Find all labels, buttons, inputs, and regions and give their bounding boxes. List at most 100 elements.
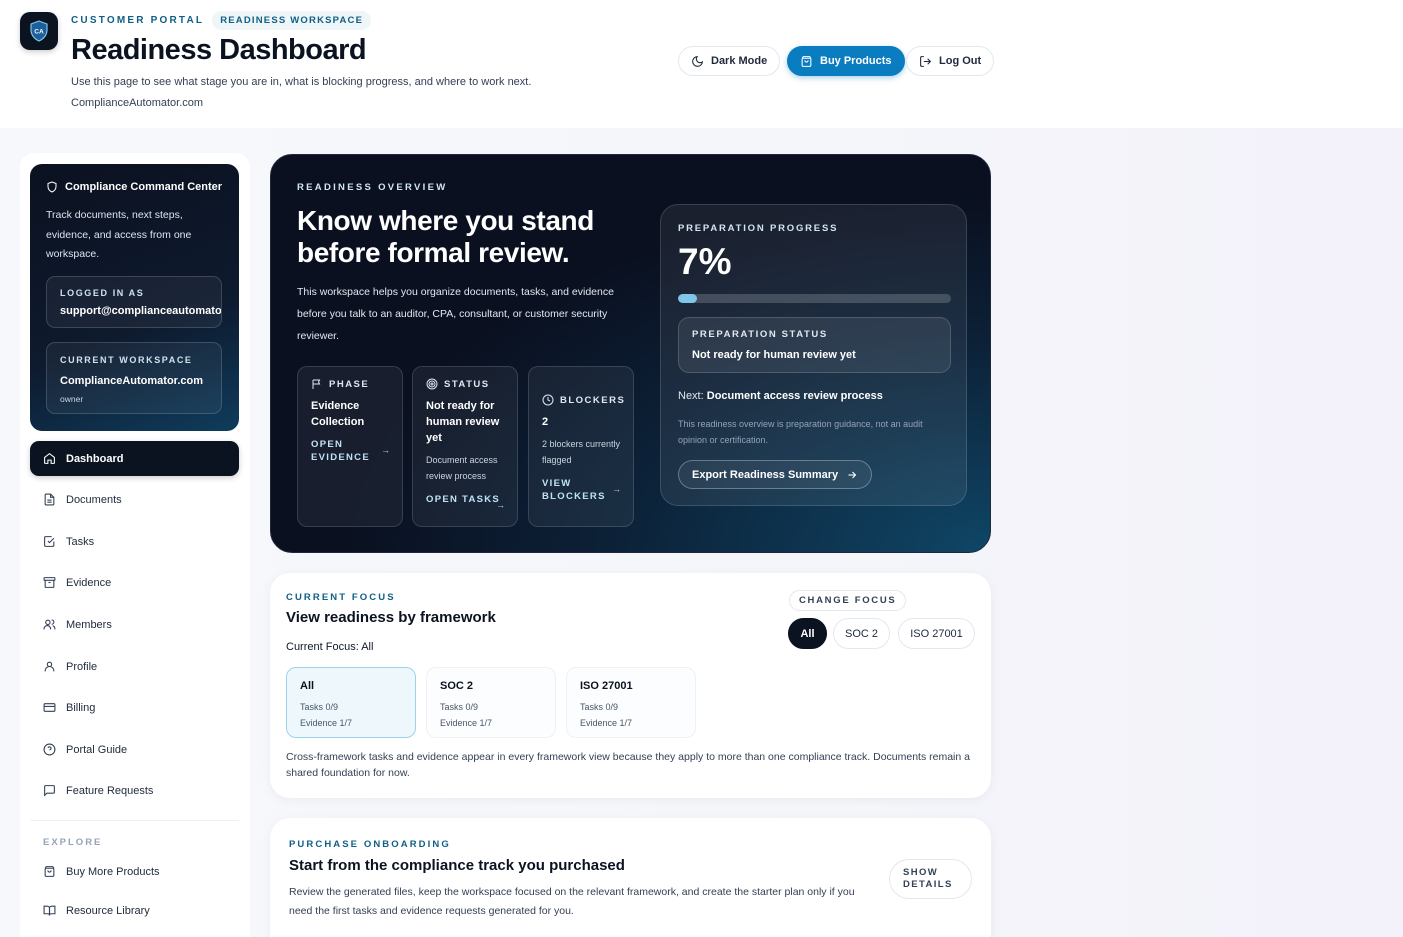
focus-chip-soc2[interactable]: SOC 2 (833, 618, 890, 649)
blockers-card[interactable]: BLOCKERS 2 2 blockers currently flagged … (528, 366, 634, 527)
sidebar-item-label: Tasks (66, 535, 95, 548)
logo[interactable]: CA (20, 12, 58, 50)
shopping-bag-icon (801, 55, 812, 67)
sidebar-item-feature-requests[interactable]: Feature Requests (30, 773, 239, 808)
workspace-label: CURRENT WORKSPACE (60, 355, 193, 365)
status-heading: STATUS (426, 378, 490, 390)
sidebar-item-label: Portal Guide (66, 743, 128, 756)
framework-tasks: Tasks 0/9 (440, 702, 479, 712)
framework-card-all[interactable]: All Tasks 0/9 Evidence 1/7 (286, 667, 416, 738)
sidebar-item-tasks[interactable]: Tasks (30, 524, 239, 559)
preparation-progress-card: PREPARATION PROGRESS 7% PREPARATION STAT… (660, 204, 967, 506)
home-icon (44, 452, 55, 464)
change-focus-label: CHANGE FOCUS (789, 590, 907, 611)
framework-tasks: Tasks 0/9 (580, 702, 619, 712)
preparation-status-value: Not ready for human review yet (692, 349, 856, 361)
checkbox-icon (44, 536, 55, 547)
purchase-onboarding-eyebrow: PURCHASE ONBOARDING (289, 839, 451, 850)
shield-icon (47, 181, 57, 193)
sidebar-item-label: Documents (66, 493, 122, 506)
dark-mode-label: Dark Mode (711, 55, 768, 67)
logged-in-label: LOGGED IN AS (60, 288, 145, 298)
readiness-overview-eyebrow: READINESS OVERVIEW (297, 182, 448, 193)
workspace-role: owner (60, 394, 84, 404)
readiness-overview-card: READINESS OVERVIEW Know where you stand … (270, 154, 991, 553)
sidebar-item-label: Dashboard (66, 452, 124, 465)
logged-in-email: support@complianceautomator.com (60, 305, 222, 317)
status-subtext: Document access review process (426, 455, 498, 481)
sidebar-item-label: Resource Library (66, 904, 150, 917)
moon-icon (692, 55, 704, 67)
page-site: ComplianceAutomator.com (71, 97, 204, 109)
readiness-overview-description: This workspace helps you organize docume… (297, 286, 614, 342)
page-description: Use this page to see what stage you are … (71, 76, 532, 88)
sidebar-item-billing[interactable]: Billing (30, 690, 239, 725)
sidebar-item-resource-library[interactable]: Resource Library (30, 893, 239, 928)
framework-name: ISO 27001 (580, 680, 633, 692)
target-icon (426, 378, 438, 390)
export-readiness-summary-button[interactable]: Export Readiness Summary (678, 460, 873, 489)
focus-chip-iso27001[interactable]: ISO 27001 (898, 618, 975, 649)
sidebar-item-buy-more-products[interactable]: Buy More Products (30, 854, 239, 889)
current-focus-value: Current Focus: All (286, 641, 374, 653)
sidebar-item-dashboard[interactable]: Dashboard (30, 441, 239, 476)
phase-value: Evidence Collection (311, 400, 365, 428)
current-focus-title: View readiness by framework (286, 609, 496, 626)
framework-card-iso27001[interactable]: ISO 27001 Tasks 0/9 Evidence 1/7 (566, 667, 696, 738)
log-out-label: Log Out (939, 55, 982, 67)
framework-name: All (300, 680, 315, 692)
portal-eyebrow: CUSTOMER PORTAL (71, 15, 205, 26)
current-focus-eyebrow: CURRENT FOCUS (286, 592, 396, 603)
blockers-subtext: 2 blockers currently flagged (542, 439, 621, 465)
sidebar-item-label: Buy More Products (66, 865, 160, 878)
sidebar-item-members[interactable]: Members (30, 607, 239, 642)
current-focus-card: CURRENT FOCUS View readiness by framewor… (270, 573, 991, 798)
show-details-button[interactable]: SHOW DETAILS (889, 859, 972, 899)
sidebar-item-profile[interactable]: Profile (30, 649, 239, 684)
sidebar-item-documents[interactable]: Documents (30, 482, 239, 517)
buy-products-label: Buy Products (820, 55, 892, 67)
workspace-tag: READINESS WORKSPACE (212, 11, 372, 30)
sidebar-item-label: Feature Requests (66, 784, 154, 797)
framework-card-soc2[interactable]: SOC 2 Tasks 0/9 Evidence 1/7 (426, 667, 556, 738)
log-out-button[interactable]: Log Out (906, 46, 995, 76)
purchase-onboarding-description: Review the generated files, keep the wor… (289, 886, 855, 917)
sidebar-item-label: Billing (66, 701, 96, 714)
flag-icon (312, 379, 321, 389)
next-step-value: Document access review process (706, 390, 883, 402)
arrow-right-icon: → (496, 500, 505, 510)
status-value: Not ready for human review yet (426, 400, 500, 444)
framework-evidence: Evidence 1/7 (300, 718, 353, 728)
arrow-right-icon: → (612, 484, 621, 494)
sidebar-item-label: Members (66, 618, 112, 631)
sidebar-item-label: Evidence (66, 576, 112, 589)
workspace-name: ComplianceAutomator.com (60, 375, 204, 387)
sidebar-item-evidence[interactable]: Evidence (30, 565, 239, 600)
page-header: CA CUSTOMER PORTAL READINESS WORKSPACE R… (0, 0, 1403, 128)
focus-note: Cross-framework tasks and evidence appea… (286, 751, 970, 779)
framework-evidence: Evidence 1/7 (440, 718, 493, 728)
explore-heading: EXPLORE (43, 837, 103, 848)
preparation-status-box: PREPARATION STATUS Not ready for human r… (678, 317, 951, 373)
buy-products-button[interactable]: Buy Products (787, 46, 905, 76)
phase-heading: PHASE (311, 378, 369, 390)
current-workspace-box[interactable]: CURRENT WORKSPACE ComplianceAutomator.co… (46, 342, 222, 414)
status-card[interactable]: STATUS Not ready for human review yet Do… (412, 366, 518, 527)
shield-logo-icon: CA (30, 20, 48, 42)
command-center-card: Compliance Command Center Track document… (30, 164, 239, 431)
message-square-icon (44, 785, 55, 797)
framework-name: SOC 2 (440, 680, 474, 692)
sidebar-item-portal-guide[interactable]: Portal Guide (30, 732, 239, 767)
sidebar: Compliance Command Center Track document… (20, 153, 250, 937)
sidebar-item-label: Profile (66, 660, 98, 673)
preparation-progress-label: PREPARATION PROGRESS (678, 223, 839, 234)
clock-icon (542, 394, 554, 406)
arrow-right-icon (848, 471, 857, 478)
blockers-count: 2 (542, 416, 549, 428)
dark-mode-button[interactable]: Dark Mode (678, 46, 781, 76)
focus-chip-all[interactable]: All (788, 618, 827, 649)
next-step: Next: Document access review process (678, 390, 883, 402)
credit-card-icon (43, 703, 56, 712)
readiness-disclaimer: This readiness overview is preparation g… (678, 419, 923, 445)
phase-card[interactable]: PHASE Evidence Collection OPEN EVIDENCE … (297, 366, 403, 527)
